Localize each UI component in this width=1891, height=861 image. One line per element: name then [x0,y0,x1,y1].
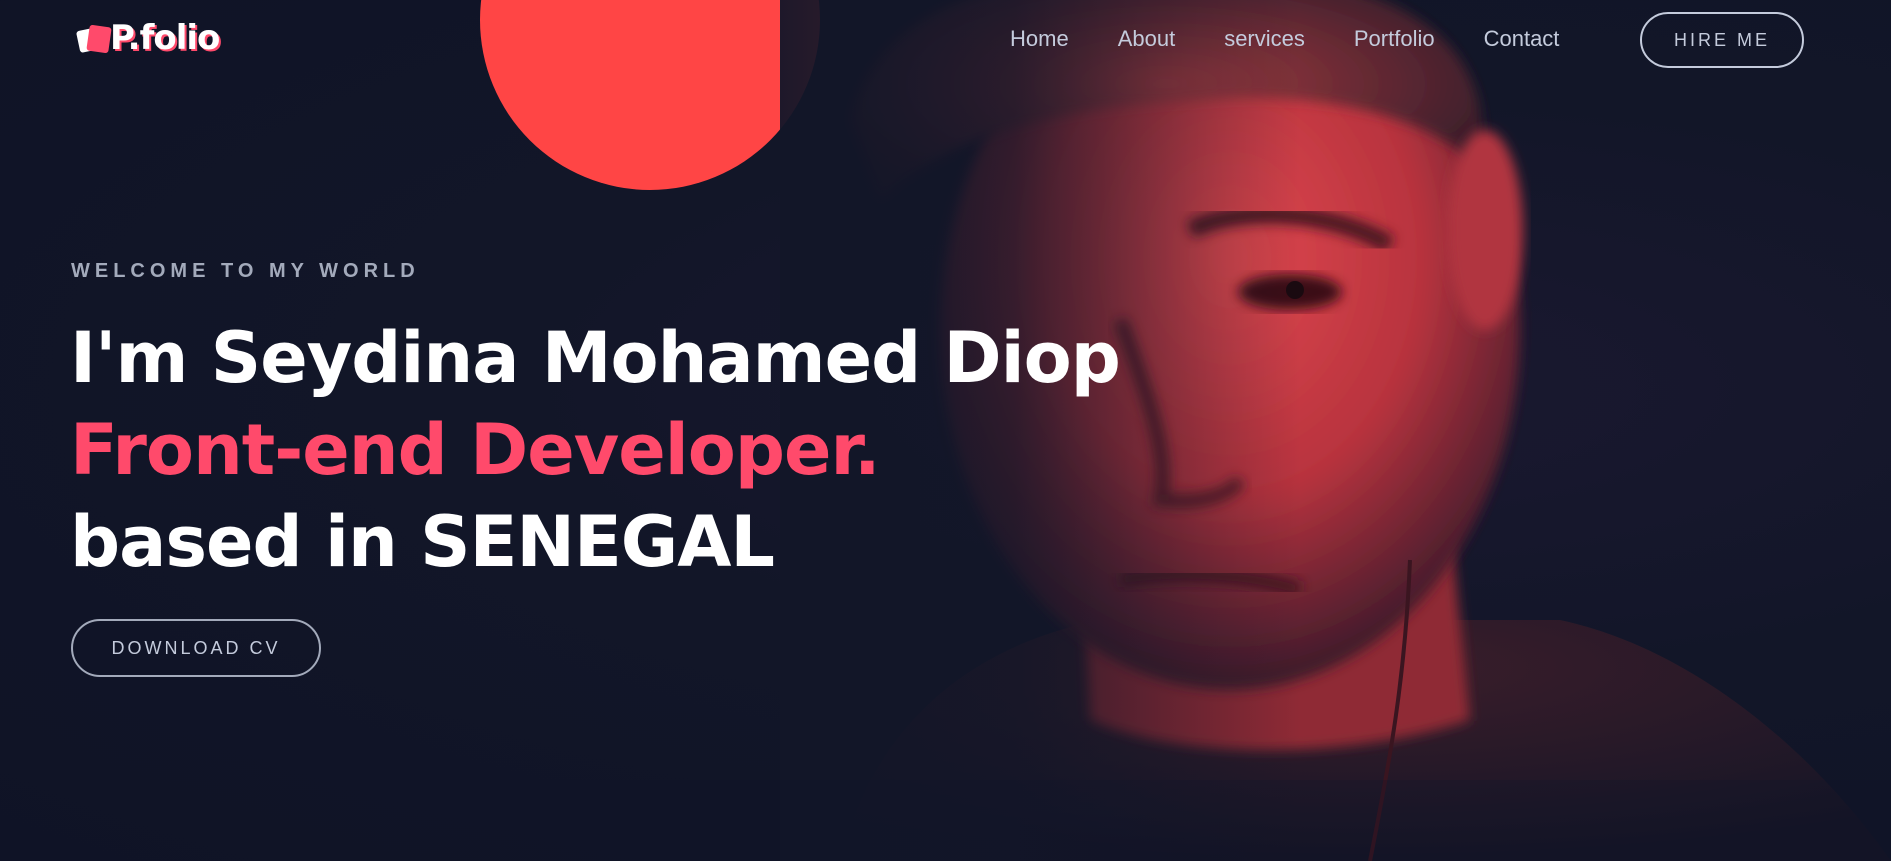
hire-me-button[interactable]: HIRE ME [1640,12,1804,68]
download-cv-button[interactable]: DOWNLOAD CV [71,619,321,677]
main-nav: Home About services Portfolio Contact [1010,24,1608,54]
hero-location: based in SENEGAL [70,501,775,583]
folio-cube-icon [76,23,112,54]
logo-text: P.folio [110,18,220,58]
site-header: P.folio Home About services Portfolio Co… [0,0,1891,80]
hero-section: P.folio Home About services Portfolio Co… [0,0,1891,861]
nav-item-services[interactable]: services [1224,24,1305,54]
hero-headline: I'm Seydina Mohamed Diop Front-end Devel… [70,312,1121,588]
hero-role: Front-end Developer. [70,409,881,491]
nav-item-home[interactable]: Home [1010,24,1069,54]
hero-tagline: WELCOME TO MY WORLD [71,260,420,282]
site-logo[interactable]: P.folio [76,18,220,58]
nav-item-contact[interactable]: Contact [1484,24,1560,54]
nav-item-about[interactable]: About [1118,24,1176,54]
nav-item-portfolio[interactable]: Portfolio [1354,24,1435,54]
hero-greeting: I'm Seydina Mohamed Diop [70,317,1121,399]
